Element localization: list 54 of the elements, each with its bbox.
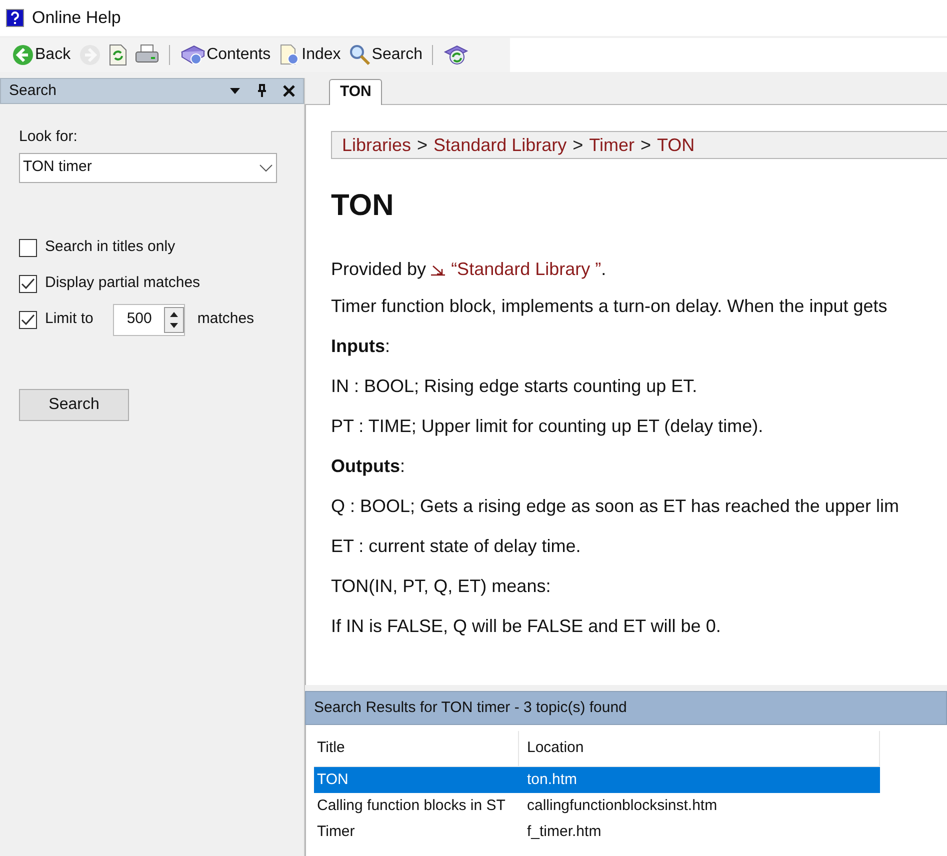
- breadcrumb-link[interactable]: Timer: [589, 132, 634, 158]
- checkbox[interactable]: [19, 238, 37, 256]
- page-heading: TON: [331, 188, 395, 224]
- paragraph: ET : current state of delay time.: [331, 535, 582, 558]
- text: .: [601, 258, 606, 281]
- window-title: Online Help: [32, 7, 121, 30]
- breadcrumb-separator: >: [572, 134, 584, 156]
- tab[interactable]: TON: [329, 79, 382, 105]
- paragraph: Outputs:: [331, 455, 406, 478]
- paragraph: Timer function block, implements a turn-on delay. When the input gets: [331, 295, 888, 318]
- index-button[interactable]: Index: [276, 41, 343, 69]
- checkbox-label[interactable]: Limit to: [45, 308, 94, 331]
- help-icon: [6, 9, 24, 27]
- paragraph: IN : BOOL; Rising edge starts counting up ET.: [331, 375, 698, 398]
- breadcrumb-link[interactable]: Libraries: [342, 132, 412, 158]
- column-header[interactable]: Title: [314, 731, 519, 766]
- spin-arrows-icon[interactable]: [164, 306, 184, 332]
- search-button[interactable]: Search: [346, 41, 424, 69]
- breadcrumb-separator: >: [640, 134, 651, 156]
- field-label: matches: [197, 309, 254, 330]
- limit-spinner[interactable]: 500: [113, 304, 186, 336]
- library-link[interactable]: “Standard Library ”: [451, 256, 602, 283]
- paragraph: Q : BOOL; Gets a rising edge as soon as ET has reached the upper lim: [331, 495, 900, 518]
- results-header: Search Results for TON timer - 3 topic(s) found: [305, 691, 947, 725]
- checkbox[interactable]: [19, 274, 37, 292]
- pin-icon[interactable]: [257, 84, 267, 98]
- sync-page-icon: [108, 44, 127, 66]
- search-button[interactable]: Search: [19, 388, 129, 420]
- result-row[interactable]: Timer f_timer.htm: [314, 819, 880, 845]
- dropdown-icon[interactable]: [229, 87, 241, 95]
- checkbox-label[interactable]: Search in titles only: [45, 236, 176, 259]
- back-button[interactable]: Back: [10, 41, 73, 69]
- text: Provided by: [331, 258, 426, 281]
- checkbox[interactable]: [19, 310, 37, 328]
- search-combobox[interactable]: TON timer: [19, 152, 277, 182]
- field-label: Look for:: [19, 127, 78, 147]
- link-arrow-icon: [431, 264, 446, 276]
- checkbox-label[interactable]: Display partial matches: [45, 272, 200, 295]
- paragraph: If IN is FALSE, Q will be FALSE and ET will be 0.: [331, 615, 722, 638]
- breadcrumb-link[interactable]: Standard Library: [434, 132, 567, 158]
- paragraph: TON(IN, PT, Q, ET) means:: [331, 575, 552, 598]
- column-header[interactable]: Location: [519, 731, 880, 766]
- close-icon[interactable]: [283, 85, 295, 97]
- paragraph: Inputs:: [331, 335, 392, 358]
- document-icon: [278, 44, 301, 66]
- magnifier-icon: [348, 44, 371, 66]
- breadcrumb-separator: >: [417, 134, 428, 156]
- breadcrumb-link[interactable]: TON: [656, 132, 695, 158]
- panel-title: Search: [9, 80, 58, 101]
- result-row[interactable]: Calling function blocks in ST callingfunctionblocksinst.htm: [314, 793, 880, 819]
- contents-button[interactable]: Contents: [178, 41, 273, 69]
- paragraph: PT : TIME; Upper limit for counting up ET (delay time).: [331, 415, 764, 438]
- chevron-icon: [259, 164, 273, 172]
- result-row[interactable]: TON ton.htm: [314, 767, 880, 793]
